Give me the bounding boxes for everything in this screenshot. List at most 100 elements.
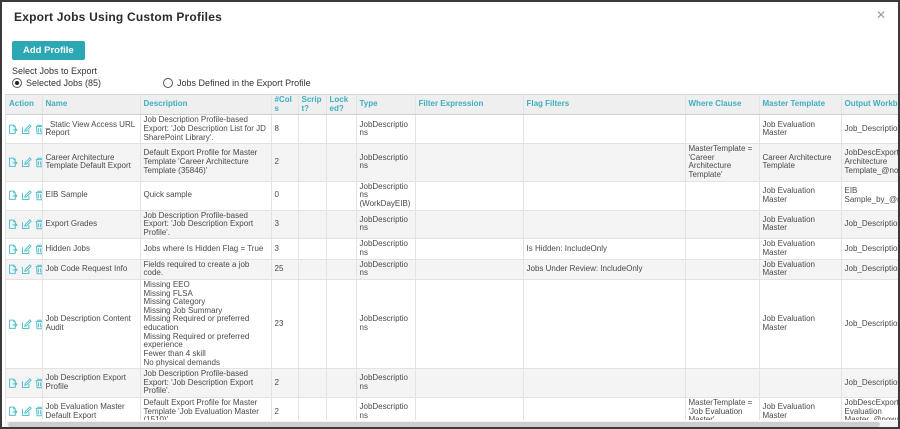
cell-where-clause [685, 115, 759, 144]
delete-icon[interactable] [34, 319, 42, 330]
radio-button[interactable] [12, 78, 22, 88]
cell-name: EIB Sample [42, 181, 140, 210]
cell-filter-expression [415, 210, 523, 239]
cell-cols: 2 [271, 398, 298, 421]
delete-icon[interactable] [34, 157, 42, 168]
cell-description: Job Description Profile-based Export: 'J… [140, 369, 271, 398]
cell-master-template [759, 369, 841, 398]
cell-cols: 3 [271, 210, 298, 239]
cell-output-workbook: Job_Description_ [841, 259, 899, 279]
column-header-script[interactable]: Script? [298, 95, 326, 115]
select-jobs-label: Select Jobs to Export [12, 66, 97, 76]
edit-icon[interactable] [21, 157, 32, 168]
cell-name: Career Architecture Template Default Exp… [42, 144, 140, 182]
profiles-table-container: ActionNameDescription#ColsScript?Locked?… [5, 94, 899, 420]
edit-icon[interactable] [21, 406, 32, 417]
edit-icon[interactable] [21, 378, 32, 389]
cell-flag-filters: Is Hidden: IncludeOnly [523, 239, 685, 259]
cell-type: JobDescriptions [356, 144, 415, 182]
cell-flag-filters [523, 115, 685, 144]
cell-script [298, 181, 326, 210]
cell-action [6, 181, 42, 210]
delete-icon[interactable] [34, 219, 42, 230]
delete-icon[interactable] [34, 244, 42, 255]
edit-icon[interactable] [21, 190, 32, 201]
radio-option-jobs-in-profile[interactable]: Jobs Defined in the Export Profile [163, 78, 311, 88]
horizontal-scrollbar [5, 421, 899, 428]
delete-icon[interactable] [34, 378, 42, 389]
export-jobs-dialog: Export Jobs Using Custom Profiles ✕ Add … [0, 0, 900, 429]
radio-label: Jobs Defined in the Export Profile [177, 78, 311, 88]
dialog-title: Export Jobs Using Custom Profiles [14, 10, 222, 24]
cell-output-workbook: JobDescExport_fo Evaluation Master_@now@ [841, 398, 899, 421]
copy-icon[interactable] [8, 157, 19, 168]
table-body: _Static View Access URL ReportJob Descri… [6, 115, 899, 420]
edit-icon[interactable] [21, 219, 32, 230]
cell-where-clause: MasterTemplate = 'Job Evaluation Master' [685, 398, 759, 421]
cell-output-workbook: JobDescExport_fo Architecture Template_@… [841, 144, 899, 182]
column-header-name[interactable]: Name [42, 95, 140, 115]
cell-cols: 23 [271, 279, 298, 368]
horizontal-scrollbar-thumb[interactable] [8, 422, 880, 427]
radio-option-selected-jobs[interactable]: Selected Jobs (85) [12, 78, 101, 88]
column-header-type[interactable]: Type [356, 95, 415, 115]
cell-description: Fields required to create a job code. [140, 259, 271, 279]
column-header-output-workbook[interactable]: Output Workbook [841, 95, 899, 115]
cell-cols: 0 [271, 181, 298, 210]
radio-button[interactable] [163, 78, 173, 88]
copy-icon[interactable] [8, 124, 19, 135]
delete-icon[interactable] [34, 124, 42, 135]
column-header-master-template[interactable]: Master Template [759, 95, 841, 115]
copy-icon[interactable] [8, 264, 19, 275]
table-row: Job Description Export ProfileJob Descri… [6, 369, 899, 398]
table-row: Career Architecture Template Default Exp… [6, 144, 899, 182]
copy-icon[interactable] [8, 219, 19, 230]
cell-master-template: Career Architecture Template [759, 144, 841, 182]
copy-icon[interactable] [8, 378, 19, 389]
cell-output-workbook: EIB Sample_by_@req [841, 181, 899, 210]
cell-name: Job Code Request Info [42, 259, 140, 279]
copy-icon[interactable] [8, 406, 19, 417]
copy-icon[interactable] [8, 244, 19, 255]
cell-locked [326, 279, 356, 368]
column-header-cols[interactable]: #Cols [271, 95, 298, 115]
cell-where-clause [685, 239, 759, 259]
cell-type: JobDescriptions [356, 279, 415, 368]
delete-icon[interactable] [34, 264, 42, 275]
cell-where-clause [685, 279, 759, 368]
edit-icon[interactable] [21, 124, 32, 135]
edit-icon[interactable] [21, 244, 32, 255]
cell-master-template: Job Evaluation Master [759, 279, 841, 368]
cell-type: JobDescriptions (WorkDayEIB) [356, 181, 415, 210]
edit-icon[interactable] [21, 319, 32, 330]
cell-description: Job Description Profile-based Export: 'J… [140, 210, 271, 239]
cell-locked [326, 398, 356, 421]
cell-script [298, 115, 326, 144]
column-header-filter-expression[interactable]: Filter Expression [415, 95, 523, 115]
copy-icon[interactable] [8, 190, 19, 201]
cell-output-workbook: Job_Description_ [841, 279, 899, 368]
cell-flag-filters [523, 398, 685, 421]
close-icon[interactable]: ✕ [876, 8, 886, 22]
cell-type: JobDescriptions [356, 369, 415, 398]
cell-script [298, 210, 326, 239]
cell-name: Job Description Content Audit [42, 279, 140, 368]
copy-icon[interactable] [8, 319, 19, 330]
delete-icon[interactable] [34, 190, 42, 201]
column-header-locked[interactable]: Locked? [326, 95, 356, 115]
add-profile-button[interactable]: Add Profile [12, 41, 85, 60]
cell-locked [326, 144, 356, 182]
profiles-table: ActionNameDescription#ColsScript?Locked?… [6, 95, 899, 420]
cell-where-clause [685, 181, 759, 210]
cell-type: JobDescriptions [356, 259, 415, 279]
cell-locked [326, 259, 356, 279]
column-header-flag-filters[interactable]: Flag Filters [523, 95, 685, 115]
cell-master-template: Job Evaluation Master [759, 210, 841, 239]
column-header-action[interactable]: Action [6, 95, 42, 115]
delete-icon[interactable] [34, 406, 42, 417]
edit-icon[interactable] [21, 264, 32, 275]
cell-type: JobDescriptions [356, 239, 415, 259]
column-header-description[interactable]: Description [140, 95, 271, 115]
table-header-row: ActionNameDescription#ColsScript?Locked?… [6, 95, 899, 115]
column-header-where-clause[interactable]: Where Clause [685, 95, 759, 115]
